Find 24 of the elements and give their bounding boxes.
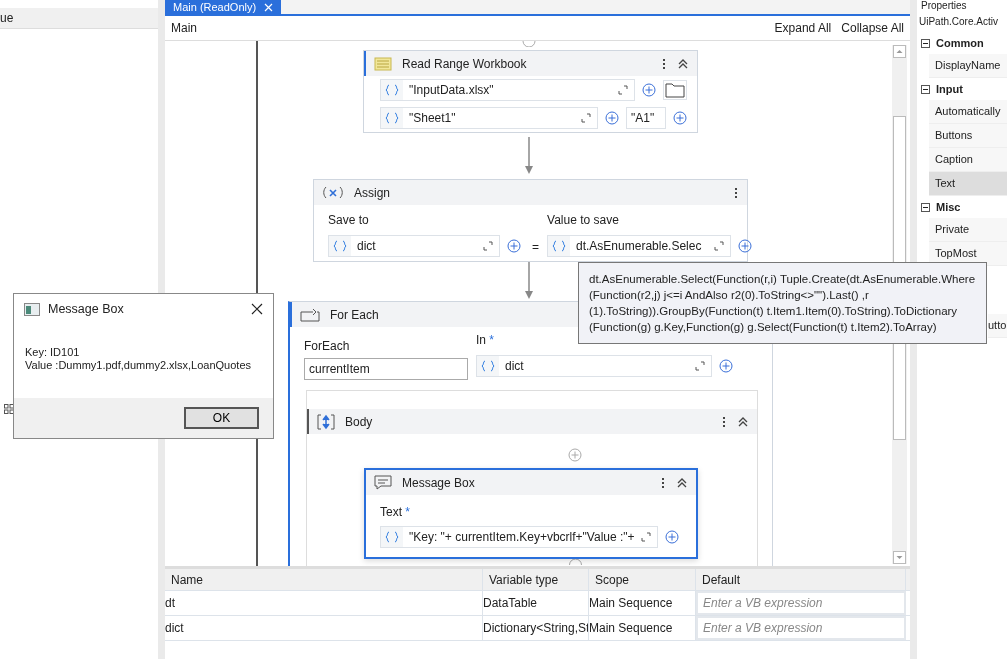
dialog-title: Message Box (48, 302, 124, 316)
table-cell: DataTable (483, 591, 589, 615)
category-label: Input (936, 83, 963, 95)
category-label: Misc (936, 201, 961, 213)
table-cell: dt (165, 591, 483, 615)
activity-title: Read Range Workbook (402, 56, 527, 71)
equals-sign: = (532, 240, 539, 256)
activity-type: UiPath.Core.Activ (918, 15, 999, 29)
message-text: Key: ID101 (25, 346, 81, 359)
field-label: Save to (328, 213, 370, 227)
field-label: Value to save (547, 213, 620, 227)
field-label: In * (476, 333, 495, 347)
activity-title: Body (345, 414, 373, 429)
tooltip: dt.AsEnumerable.Select(Function(r,i) Tuple.Create(dt.AsEnumerable.Where (Function(r2,j) j<=i AndAlso r2(0).ToString<>"").Last() ,r (1).ToString)).GroupBy(Function(t) t.Item1.Item(0).ToString).ToDictionary (Function(g) g.Key,Function(g) g.Select(Function(t) t.Item2).ToArray) (578, 262, 987, 344)
activity-title: Assign (354, 185, 391, 200)
activity-title: Message Box (402, 475, 475, 490)
field-label: ForEach (304, 339, 351, 353)
panel-title: Properties (920, 0, 968, 12)
table-cell: dict (165, 616, 483, 640)
message-text: Value :Dummy1.pdf,dummy2.xlsx,LoanQuotes (25, 359, 252, 372)
field-label: Text * (380, 505, 411, 519)
activity-title: For Each (330, 307, 379, 322)
category-label: Common (936, 37, 984, 49)
column-header: ue (0, 8, 158, 29)
